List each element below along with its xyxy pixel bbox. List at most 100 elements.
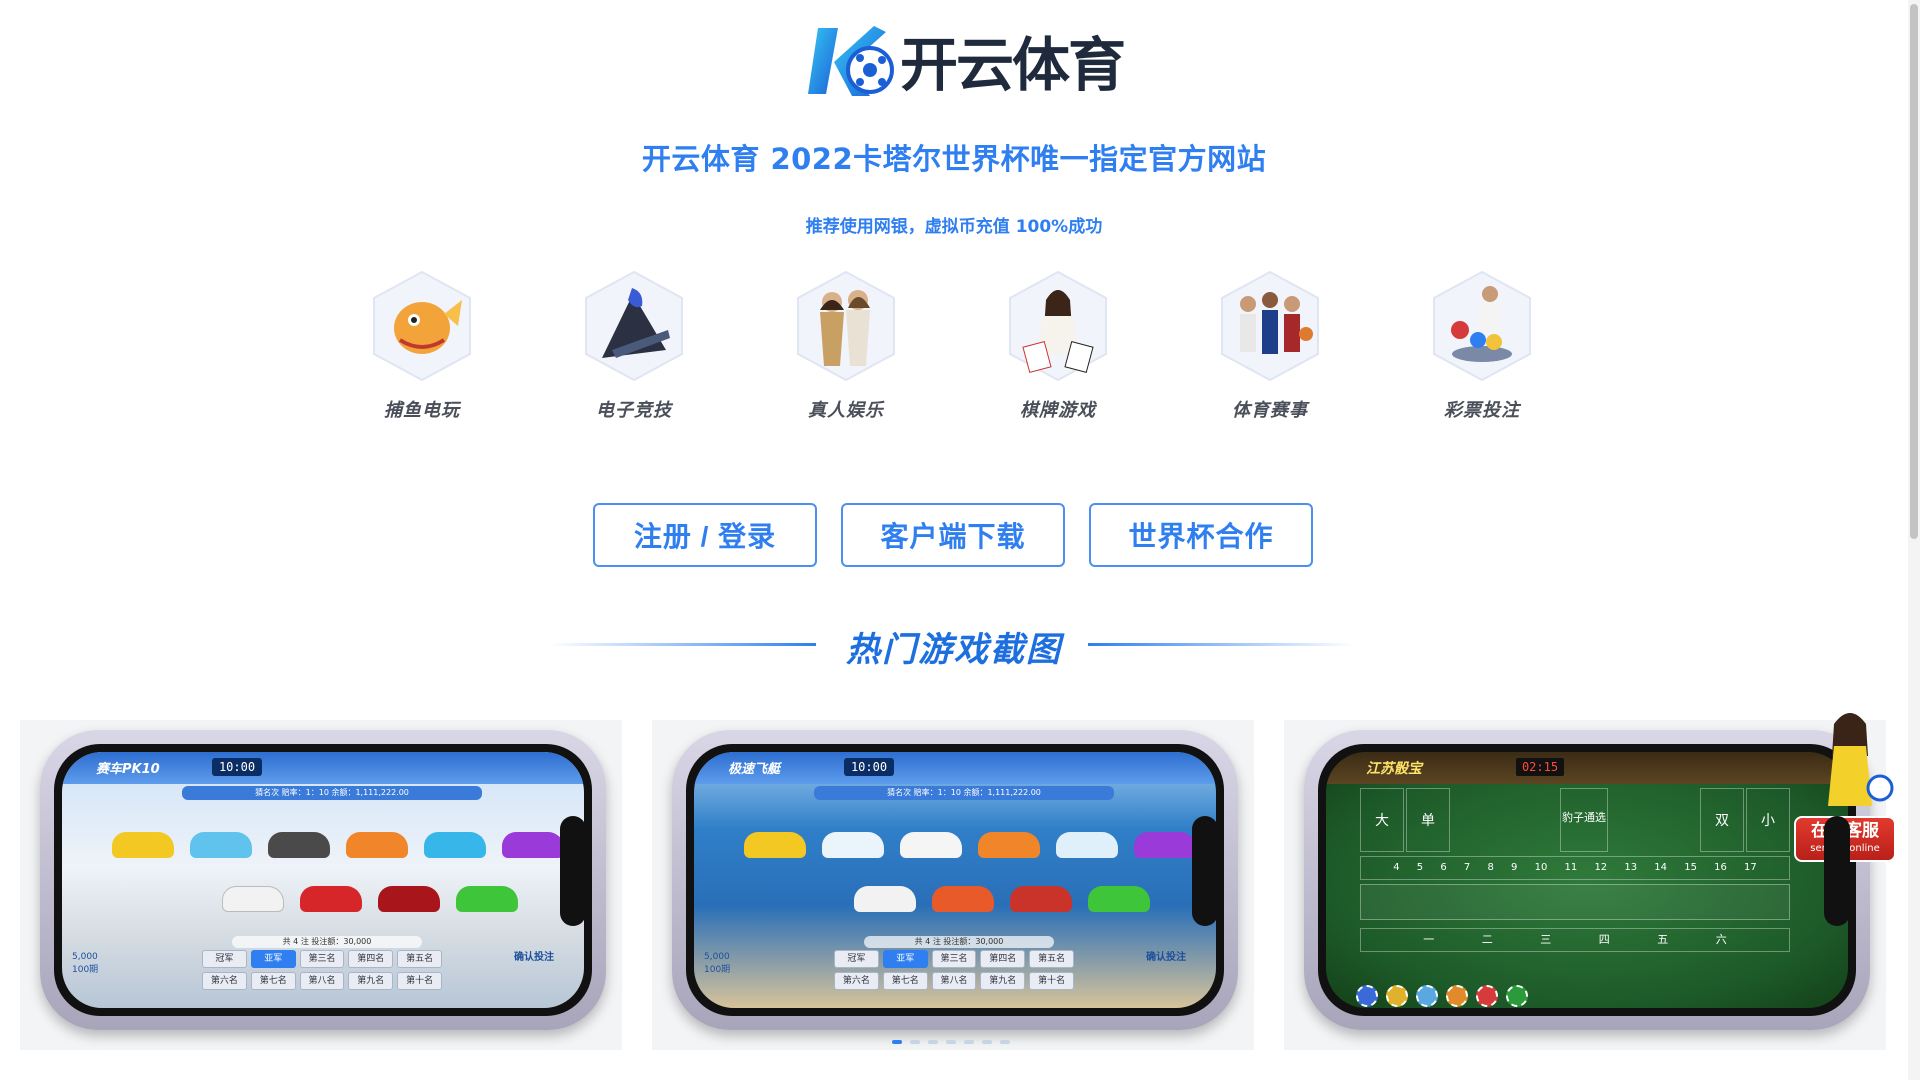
carousel-dot[interactable]	[892, 1040, 902, 1044]
world-cup-button[interactable]: 世界杯合作	[1089, 503, 1313, 567]
rank-option: 第七名	[882, 972, 928, 990]
screenshot-carousel[interactable]: 赛车PK10 10:00 猜名次 赔率：1：10 余额：1,111,222.00	[20, 720, 1890, 1050]
chip-icon	[1386, 985, 1408, 1007]
lottery-icon	[1433, 270, 1531, 382]
period-select: 100期	[72, 965, 99, 975]
boat	[744, 832, 806, 858]
carousel-dot[interactable]	[946, 1040, 956, 1044]
sum-cell: 16	[1714, 862, 1727, 873]
single-cell: 三	[1540, 933, 1552, 946]
carousel-dot[interactable]	[910, 1040, 920, 1044]
rank-option: 第三名	[299, 950, 345, 968]
phone-frame: 极速飞艇 10:00 猜名次 赔率：1：10 余额：1,111,222.00 共…	[672, 730, 1238, 1030]
race-car	[190, 832, 252, 858]
period-select: 100期	[704, 965, 731, 975]
rank-option: 冠军	[202, 950, 247, 968]
race-car	[268, 832, 330, 858]
game-title: 极速飞艇	[728, 762, 781, 777]
race-car	[502, 832, 564, 858]
category-sports[interactable]: 体育赛事	[1210, 270, 1330, 430]
brand-logo[interactable]: 开云体育	[804, 16, 1126, 104]
bet-big: 大	[1360, 788, 1404, 852]
bet-summary: 共 4 注 投注额：30,000	[232, 936, 422, 948]
category-label: 真人娱乐	[808, 400, 884, 421]
rank-option: 第四名	[348, 950, 394, 968]
boat	[1134, 832, 1196, 858]
category-live-casino[interactable]: 真人娱乐	[786, 270, 906, 430]
balance-value: 5,000	[704, 952, 730, 962]
game-timer: 10:00	[212, 758, 262, 776]
rank-grid: 冠军 亚军 第三名 第四名 第五名 第六名 第七名 第八名 第九名 第十名	[834, 950, 1074, 990]
phone-notch	[1824, 816, 1850, 926]
fish-game-icon	[373, 270, 471, 382]
boat	[900, 832, 962, 858]
rank-option: 第十名	[1029, 972, 1074, 990]
game-timer: 10:00	[844, 758, 894, 776]
sum-cell: 6	[1440, 862, 1447, 873]
rank-option: 亚军	[882, 950, 928, 968]
game-title: 赛车PK10	[96, 762, 160, 777]
boat	[932, 886, 994, 912]
sum-cell: 10	[1534, 862, 1548, 873]
sum-cell: 7	[1463, 862, 1471, 873]
title-divider-right	[1088, 643, 1354, 646]
brand-name: 开云体育	[900, 31, 1126, 99]
scrollbar-thumb[interactable]	[1910, 4, 1918, 539]
rank-option: 第六名	[202, 972, 247, 990]
category-card-games[interactable]: 棋牌游戏	[998, 270, 1118, 430]
chip-icon	[1356, 985, 1378, 1007]
category-esports[interactable]: 电子竞技	[574, 270, 694, 430]
boat	[854, 886, 916, 912]
single-row: 一 二 三 四 五 六	[1360, 928, 1790, 952]
sum-cell: 8	[1487, 862, 1494, 873]
game-info: 猜名次 赔率：1：10 余额：1,111,222.00	[814, 786, 1114, 800]
phone-frame: 江苏骰宝 02:15 大 单 豹子通选 双 小 4 5 6 7 8 9 10 1…	[1304, 730, 1870, 1030]
single-cell: 二	[1481, 933, 1493, 946]
carousel-slide[interactable]: 极速飞艇 10:00 猜名次 赔率：1：10 余额：1,111,222.00 共…	[652, 720, 1254, 1050]
sum-cell: 12	[1594, 862, 1608, 873]
combination-row	[1360, 884, 1790, 920]
page-subline: 推荐使用网银，虚拟币充值 100%成功	[805, 217, 1103, 237]
rank-option: 第十名	[397, 972, 442, 990]
client-download-button[interactable]: 客户端下载	[841, 503, 1065, 567]
bet-any-triple: 豹子通选	[1560, 788, 1608, 852]
carousel-dot[interactable]	[1000, 1040, 1010, 1044]
carousel-dot[interactable]	[964, 1040, 974, 1044]
page-scrollbar[interactable]	[1908, 0, 1920, 1080]
bet-summary: 共 4 注 投注额：30,000	[864, 936, 1054, 948]
sum-cell: 17	[1744, 862, 1757, 873]
confirm-bet: 确认投注	[1146, 952, 1186, 963]
sum-cell: 11	[1564, 862, 1578, 873]
sum-cell: 5	[1416, 862, 1424, 873]
boat	[1010, 886, 1072, 912]
boat	[1088, 886, 1150, 912]
game-title: 江苏骰宝	[1366, 761, 1422, 777]
live-casino-icon	[797, 270, 895, 382]
game-info: 猜名次 赔率：1：10 余额：1,111,222.00	[182, 786, 482, 800]
race-car	[424, 832, 486, 858]
bet-odd: 单	[1406, 788, 1450, 852]
sum-cell: 9	[1511, 862, 1518, 873]
register-login-button[interactable]: 注册 / 登录	[593, 503, 817, 567]
rank-option: 第八名	[299, 972, 345, 990]
section-title: 热门游戏截图	[846, 630, 1062, 670]
race-car	[456, 886, 518, 912]
chip-icon	[1506, 985, 1528, 1007]
game-screen: 赛车PK10 10:00 猜名次 赔率：1：10 余额：1,111,222.00	[62, 752, 584, 1008]
chip-bar	[1356, 984, 1776, 1008]
rank-option: 第三名	[931, 950, 977, 968]
race-car	[300, 886, 362, 912]
logo-mark-icon	[804, 16, 900, 104]
carousel-dot[interactable]	[928, 1040, 938, 1044]
sum-cell: 4	[1393, 862, 1400, 873]
rank-grid: 冠军 亚军 第三名 第四名 第五名 第六名 第七名 第八名 第九名 第十名	[202, 950, 442, 990]
category-lottery[interactable]: 彩票投注	[1422, 270, 1542, 430]
carousel-slide[interactable]: 赛车PK10 10:00 猜名次 赔率：1：10 余额：1,111,222.00	[20, 720, 622, 1050]
race-car	[378, 886, 440, 912]
sum-cell: 14	[1654, 862, 1668, 873]
rank-option: 第七名	[250, 972, 296, 990]
category-fishing[interactable]: 捕鱼电玩	[362, 270, 482, 430]
phone-notch	[560, 816, 586, 926]
carousel-dot[interactable]	[982, 1040, 992, 1044]
card-games-icon	[1009, 270, 1107, 382]
